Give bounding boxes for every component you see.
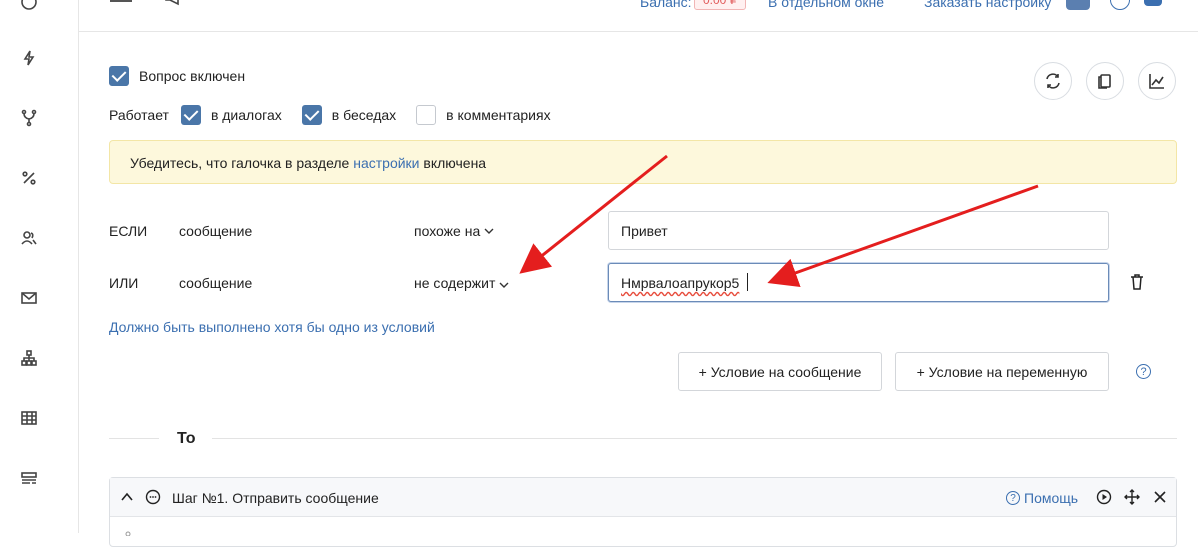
copy-button[interactable] — [1086, 62, 1124, 100]
condition-operator-label: похоже на — [414, 223, 481, 239]
condition-operator-label: не содержит — [414, 275, 496, 291]
conditions-hint: Должно быть выполнено хотя бы одно из ус… — [109, 319, 435, 335]
question-enabled-checkbox[interactable] — [109, 66, 129, 86]
hamburger-menu-icon[interactable] — [110, 0, 132, 6]
add-variable-condition-button[interactable]: + Условие на переменную — [895, 352, 1109, 391]
condition-subject-dropdown[interactable]: сообщение — [179, 223, 252, 239]
open-separate-window-link[interactable]: В отдельном окне — [768, 0, 884, 10]
copy-icon — [1098, 74, 1111, 89]
step-title: Шаг №1. Отправить сообщение — [172, 490, 379, 506]
condition-value-input[interactable] — [608, 211, 1109, 250]
works-in-comments-option[interactable]: в комментариях — [416, 105, 551, 125]
question-enabled-label: Вопрос включен — [139, 68, 246, 84]
percent-icon[interactable] — [19, 168, 39, 188]
chats-label: в беседах — [331, 107, 397, 123]
divider — [109, 438, 159, 439]
users-icon[interactable] — [19, 228, 39, 248]
step-header: Шаг №1. Отправить сообщение ? Помощь — [110, 478, 1176, 517]
vk-icon[interactable] — [1066, 0, 1090, 10]
balance-value[interactable]: 0.00 ₽ — [694, 0, 747, 10]
refresh-icon — [1046, 73, 1060, 89]
dialogs-checkbox[interactable] — [180, 105, 201, 125]
notice-text-before: Убедитесь, что галочка в разделе — [130, 155, 354, 171]
chevron-down-icon — [484, 228, 494, 234]
condition-value-text: Нмрвалоапрукор5 — [621, 275, 740, 291]
comments-checkbox[interactable] — [416, 105, 437, 125]
step-card: Шаг №1. Отправить сообщение ? Помощь — [109, 477, 1177, 547]
works-in-row: Работает в диалогах в беседах в коммента… — [109, 105, 571, 125]
megaphone-icon[interactable] — [164, 0, 184, 6]
condition-subject-dropdown[interactable]: сообщение — [179, 275, 252, 291]
question-help-icon[interactable]: ? — [1136, 364, 1151, 379]
close-icon[interactable] — [1152, 489, 1168, 505]
play-icon[interactable] — [1096, 489, 1112, 505]
works-in-dialogs-option[interactable]: в диалогах — [180, 105, 282, 125]
top-bar: Баланс: 0.00 ₽ В отдельном окне Заказать… — [78, 0, 1198, 32]
stats-button[interactable] — [1138, 62, 1176, 100]
condition-operator-dropdown[interactable]: похоже на — [414, 223, 494, 239]
trash-icon[interactable] — [1130, 274, 1144, 290]
chat-icon[interactable] — [1144, 0, 1162, 6]
condition-operator-dropdown[interactable]: не содержит — [414, 275, 509, 291]
help-icon[interactable] — [1110, 0, 1130, 10]
condition-connector: ИЛИ — [109, 275, 139, 291]
table-icon[interactable] — [19, 408, 39, 428]
chart-icon — [1149, 74, 1164, 89]
settings-notice: Убедитесь, что галочка в разделе настрой… — [109, 140, 1177, 184]
dialogs-label: в диалогах — [210, 107, 282, 123]
balance-label: Баланс: — [640, 0, 692, 10]
divider — [212, 438, 1177, 439]
step-help-label: Помощь — [1024, 490, 1079, 506]
text-caret — [747, 273, 748, 291]
cropped-icon — [125, 531, 131, 536]
then-section-label: То — [177, 430, 196, 447]
message-icon — [145, 489, 161, 505]
lightning-icon[interactable] — [19, 48, 39, 68]
works-in-chats-option[interactable]: в беседах — [301, 105, 397, 125]
mail-icon[interactable] — [19, 288, 39, 308]
order-setup-link[interactable]: Заказать настройку — [924, 0, 1051, 10]
left-sidebar — [0, 0, 79, 533]
works-in-label: Работает — [109, 107, 169, 123]
list-icon[interactable] — [19, 468, 39, 488]
info-icon[interactable] — [19, 0, 39, 12]
chevron-down-icon — [499, 282, 509, 288]
move-icon[interactable] — [1124, 489, 1140, 505]
step-help-link[interactable]: ? Помощь — [1006, 490, 1078, 506]
comments-label: в комментариях — [446, 107, 551, 123]
help-circle-icon: ? — [1006, 491, 1020, 505]
question-enabled-row: Вопрос включен — [109, 66, 245, 86]
notice-text-after: включена — [419, 155, 487, 171]
refresh-button[interactable] — [1034, 62, 1072, 100]
chats-checkbox[interactable] — [301, 105, 322, 125]
notice-settings-link[interactable]: настройки — [353, 155, 419, 171]
condition-connector: ЕСЛИ — [109, 223, 148, 239]
chevron-up-icon[interactable] — [120, 490, 134, 504]
branch-icon[interactable] — [19, 108, 39, 128]
add-message-condition-button[interactable]: + Условие на сообщение — [678, 352, 882, 391]
hierarchy-icon[interactable] — [19, 348, 39, 368]
